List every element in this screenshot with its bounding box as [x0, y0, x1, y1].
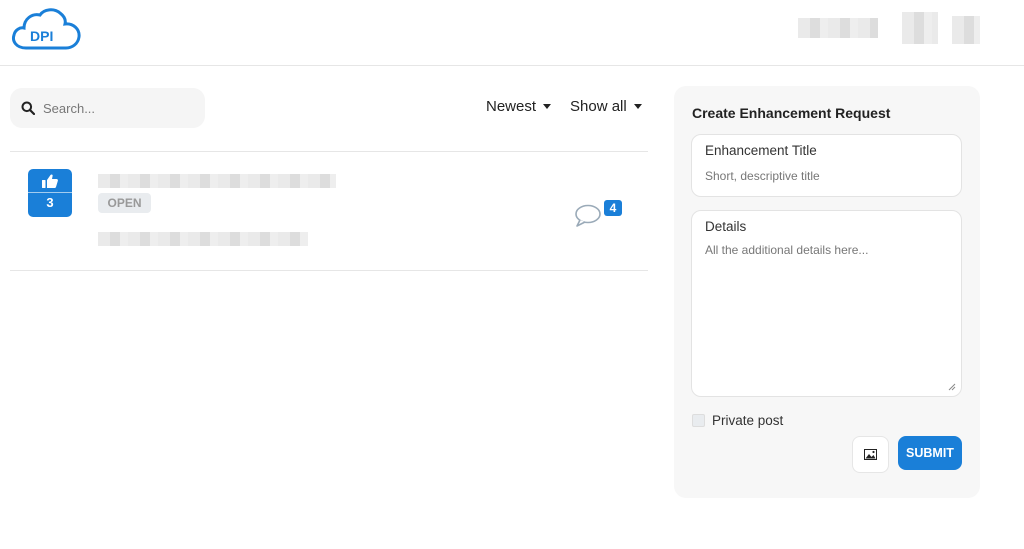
upvote-button[interactable]: 3 [28, 169, 72, 217]
create-request-panel: Create Enhancement Request Enhancement T… [674, 86, 980, 498]
attach-image-button[interactable] [852, 436, 889, 473]
comment-bubble-icon [575, 204, 601, 227]
chevron-down-icon [633, 104, 642, 109]
title-input[interactable] [705, 169, 945, 183]
post-excerpt-redacted [98, 232, 308, 246]
submit-button[interactable]: SUBMIT [898, 436, 962, 470]
sort-label: Newest [486, 98, 537, 115]
details-field-label: Details [705, 219, 747, 234]
private-post-checkbox[interactable] [692, 414, 705, 427]
search-icon [21, 101, 35, 115]
user-menu-redacted[interactable] [952, 16, 980, 44]
private-post-label: Private post [712, 413, 784, 428]
user-avatar-redacted[interactable] [902, 12, 938, 44]
user-name-redacted [798, 18, 878, 38]
status-filter-dropdown[interactable]: Show all [570, 98, 642, 115]
thumbs-up-icon [42, 174, 58, 188]
post-title-redacted[interactable] [98, 174, 336, 188]
comments-link[interactable]: 4 [574, 200, 624, 228]
vote-count: 3 [46, 195, 54, 210]
svg-text:DPI: DPI [30, 28, 53, 44]
search-box[interactable] [10, 88, 205, 128]
comment-count-badge: 4 [604, 200, 622, 216]
top-navbar: DPI [0, 0, 1024, 66]
status-filter-label: Show all [570, 98, 627, 115]
panel-title: Create Enhancement Request [692, 105, 891, 121]
title-field-container[interactable]: Enhancement Title [691, 134, 962, 197]
title-field-label: Enhancement Title [705, 143, 817, 158]
divider [10, 151, 648, 152]
status-badge: OPEN [98, 193, 151, 213]
details-field-container[interactable]: Details [691, 210, 962, 397]
details-textarea[interactable] [705, 243, 945, 383]
search-input[interactable] [43, 100, 183, 116]
sort-dropdown[interactable]: Newest [486, 98, 552, 115]
cloud-logo-icon[interactable]: DPI [10, 8, 84, 52]
private-post-toggle[interactable]: Private post [692, 413, 783, 428]
image-icon [864, 449, 877, 460]
resize-handle-icon[interactable] [948, 383, 956, 391]
chevron-down-icon [543, 104, 552, 109]
divider [10, 270, 648, 271]
